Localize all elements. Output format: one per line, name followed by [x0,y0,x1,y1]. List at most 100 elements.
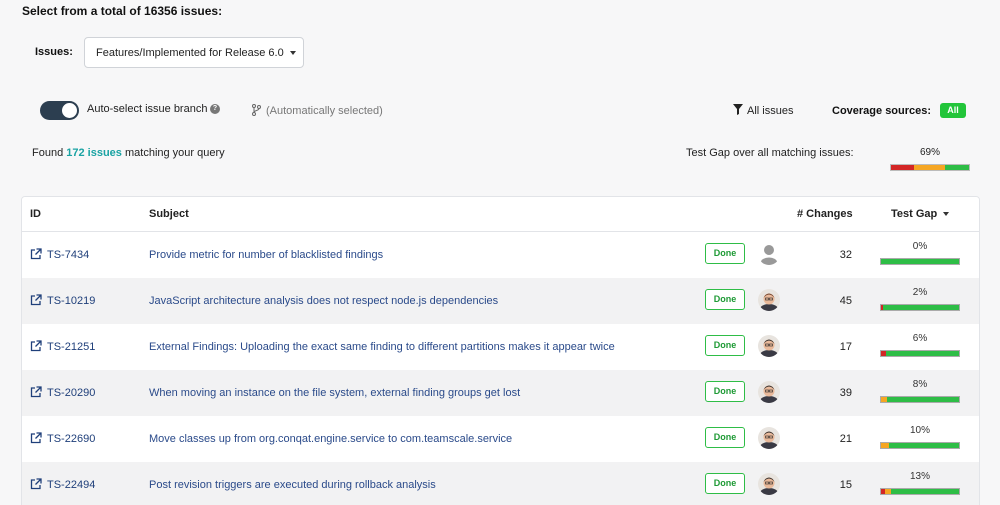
test-gap-bar-green-segment [891,489,959,494]
header-changes[interactable]: # Changes [797,208,853,220]
issue-subject-link[interactable]: When moving an instance on the file syst… [149,387,520,399]
changes-count: 21 [839,433,852,445]
avatar [758,427,780,449]
avatar [758,381,780,403]
user-photo-icon [758,381,780,403]
changes-count: 32 [839,249,852,261]
table-row[interactable]: TS-20290 When moving an instance on the … [22,370,979,416]
test-gap-summary-label: Test Gap over all matching issues: [686,147,854,159]
table-row[interactable]: TS-21251 External Findings: Uploading th… [22,324,979,370]
issue-id-link[interactable]: TS-10219 [47,295,95,307]
status-badge: Done [705,427,745,448]
test-gap-bar [880,350,960,357]
status-badge: Done [705,381,745,402]
external-link-icon[interactable] [30,294,42,306]
table-header: ID Subject # Changes Test Gap [22,197,979,232]
toggle-knob [62,103,77,118]
test-gap-bar [880,442,960,449]
header-subject[interactable]: Subject [149,208,189,220]
all-issues-filter[interactable]: All issues [747,105,793,117]
auto-select-label: Auto-select issue branch [87,103,208,115]
external-link-icon[interactable] [30,478,42,490]
help-icon[interactable]: ? [210,104,220,114]
test-gap-summary-pct: 69% [919,147,940,158]
test-gap-summary-bar [890,164,970,171]
changes-count: 39 [839,387,852,399]
header-id[interactable]: ID [30,208,41,220]
user-photo-icon [758,473,780,495]
status-badge: Done [705,335,745,356]
status-badge: Done [705,243,745,264]
issue-subject-link[interactable]: Move classes up from org.conqat.engine.s… [149,433,512,445]
default-user-icon [761,245,777,265]
test-gap-pct: 10% [909,425,930,436]
caret-down-icon [289,50,296,55]
found-summary: Found 172 issues matching your query [32,147,225,159]
changes-count: 45 [839,295,852,307]
issues-label: Issues: [35,46,73,58]
test-gap-pct: 8% [912,379,928,390]
issue-id-link[interactable]: TS-22494 [47,479,95,491]
user-photo-icon [758,335,780,357]
auto-selected-text: (Automatically selected) [266,105,383,117]
table-row[interactable]: TS-10219 JavaScript architecture analysi… [22,278,979,324]
external-link-icon[interactable] [30,248,42,260]
test-gap-bar-green-segment [882,305,959,310]
changes-count: 15 [839,479,852,491]
issue-id-link[interactable]: TS-22690 [47,433,95,445]
test-gap-bar [880,258,960,265]
avatar [758,473,780,495]
external-link-icon[interactable] [30,432,42,444]
found-count[interactable]: 172 issues [66,147,122,159]
auto-select-toggle[interactable] [40,101,79,120]
found-suffix: matching your query [124,147,225,159]
filter-icon[interactable] [733,104,743,115]
branch-icon [252,104,261,116]
issues-dropdown[interactable]: Features/Implemented for Release 6.0 [84,37,304,68]
issue-subject-link[interactable]: External Findings: Uploading the exact s… [149,341,615,353]
table-row[interactable]: TS-22690 Move classes up from org.conqat… [22,416,979,462]
external-link-icon[interactable] [30,386,42,398]
test-gap-bar-green-segment [881,259,959,264]
issue-subject-link[interactable]: JavaScript architecture analysis does no… [149,295,498,307]
issue-id-link[interactable]: TS-21251 [47,341,95,353]
issues-table: ID Subject # Changes Test Gap TS-7434 Pr… [21,196,980,505]
status-badge: Done [705,473,745,494]
issue-id-link[interactable]: TS-20290 [47,387,95,399]
coverage-sources-label: Coverage sources: [832,105,932,117]
issues-dropdown-value: Features/Implemented for Release 6.0 [96,46,284,59]
test-gap-bar-orange-segment [881,443,889,448]
test-gap-bar [880,488,960,495]
issue-subject-link[interactable]: Provide metric for number of blacklisted… [149,249,383,261]
test-gap-bar [880,396,960,403]
page-heading: Select from a total of 16356 issues: [22,4,223,18]
found-prefix: Found [32,147,64,159]
sort-desc-icon [943,212,950,217]
summary-bar-red-segment [891,165,915,170]
status-badge: Done [705,289,745,310]
issue-subject-link[interactable]: Post revision triggers are executed duri… [149,479,436,491]
avatar [758,335,780,357]
coverage-sources-badge[interactable]: All [940,103,966,118]
header-test-gap-label: Test Gap [891,208,938,220]
test-gap-pct: 2% [912,287,928,298]
changes-count: 17 [839,341,852,353]
user-photo-icon [758,427,780,449]
table-row[interactable]: TS-22494 Post revision triggers are exec… [22,462,979,505]
header-test-gap[interactable]: Test Gap [891,208,950,220]
test-gap-bar-green-segment [888,443,959,448]
user-photo-icon [758,289,780,311]
test-gap-pct: 13% [909,471,930,482]
test-gap-bar-green-segment [887,397,959,402]
test-gap-bar [880,304,960,311]
test-gap-pct: 6% [912,333,928,344]
test-gap-pct: 0% [912,241,928,252]
summary-bar-green-segment [944,165,969,170]
issue-id-link[interactable]: TS-7434 [47,249,89,261]
summary-bar-orange-segment [914,165,945,170]
avatar [758,243,780,265]
table-row[interactable]: TS-7434 Provide metric for number of bla… [22,232,979,278]
avatar [758,289,780,311]
test-gap-bar-green-segment [885,351,959,356]
external-link-icon[interactable] [30,340,42,352]
